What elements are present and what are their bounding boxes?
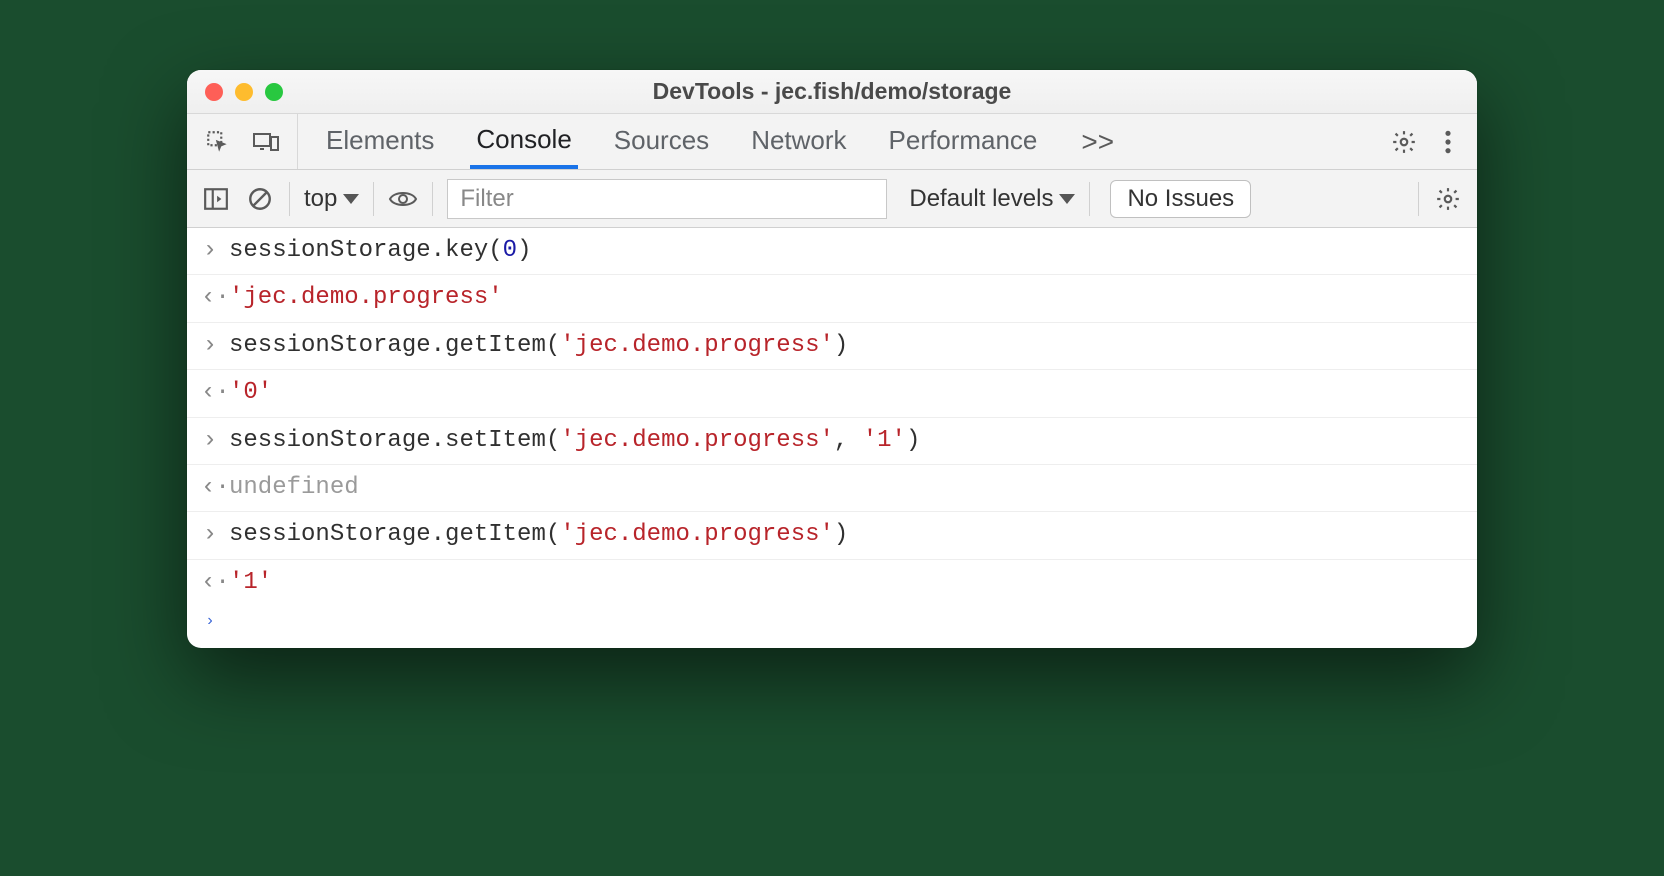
tab-performance[interactable]: Performance bbox=[883, 114, 1044, 169]
tab-list: Elements Console Sources Network Perform… bbox=[298, 114, 1375, 169]
console-output-line: ‹· 'jec.demo.progress' bbox=[187, 275, 1477, 322]
console-text: undefined bbox=[229, 469, 359, 507]
console-sidebar-toggle-icon[interactable] bbox=[201, 184, 231, 214]
console-text: 'jec.demo.progress' bbox=[229, 279, 503, 317]
tabs-right-tools bbox=[1375, 114, 1477, 169]
input-marker-icon: › bbox=[201, 232, 219, 270]
console-output-line: ‹· undefined bbox=[187, 465, 1477, 512]
console-input-row[interactable]: › bbox=[187, 606, 1477, 648]
tab-network[interactable]: Network bbox=[745, 114, 852, 169]
devtools-tabs: Elements Console Sources Network Perform… bbox=[187, 114, 1477, 170]
input-marker-icon: › bbox=[201, 516, 219, 554]
separator bbox=[1418, 182, 1419, 216]
chevron-down-icon bbox=[1059, 194, 1075, 204]
tab-elements[interactable]: Elements bbox=[320, 114, 440, 169]
window-title: DevTools - jec.fish/demo/storage bbox=[653, 78, 1012, 105]
separator bbox=[1089, 182, 1090, 216]
console-settings-gear-icon[interactable] bbox=[1433, 184, 1463, 214]
console-text: sessionStorage.key(0) bbox=[229, 232, 531, 270]
console-text: sessionStorage.getItem('jec.demo.progres… bbox=[229, 327, 848, 365]
output-marker-icon: ‹· bbox=[201, 279, 219, 317]
minimize-button[interactable] bbox=[235, 83, 253, 101]
separator bbox=[432, 182, 433, 216]
inspect-element-icon[interactable] bbox=[203, 127, 233, 157]
kebab-menu-icon[interactable] bbox=[1433, 127, 1463, 157]
console-text: '1' bbox=[229, 564, 272, 602]
console-text: '0' bbox=[229, 374, 272, 412]
live-expression-eye-icon[interactable] bbox=[388, 184, 418, 214]
console-input-line: › sessionStorage.getItem('jec.demo.progre… bbox=[187, 323, 1477, 370]
prompt-icon: › bbox=[201, 612, 219, 630]
output-marker-icon: ‹· bbox=[201, 374, 219, 412]
devtools-window: DevTools - jec.fish/demo/storage Element… bbox=[187, 70, 1477, 648]
console-output-line: ‹· '1' bbox=[187, 560, 1477, 606]
console-text: sessionStorage.setItem('jec.demo.progres… bbox=[229, 422, 920, 460]
console-input-line: › sessionStorage.getItem('jec.demo.progre… bbox=[187, 512, 1477, 559]
console-text: sessionStorage.getItem('jec.demo.progres… bbox=[229, 516, 848, 554]
log-level-selector[interactable]: Default levels bbox=[909, 185, 1075, 213]
tabs-overflow-button[interactable]: >> bbox=[1073, 114, 1122, 169]
device-toolbar-icon[interactable] bbox=[251, 127, 281, 157]
console-input-line: › sessionStorage.key(0) bbox=[187, 228, 1477, 275]
scope-label: top bbox=[304, 185, 337, 213]
levels-label: Default levels bbox=[909, 185, 1053, 213]
separator bbox=[373, 182, 374, 216]
separator bbox=[289, 182, 290, 216]
tab-sources[interactable]: Sources bbox=[608, 114, 715, 169]
settings-gear-icon[interactable] bbox=[1389, 127, 1419, 157]
clear-console-icon[interactable] bbox=[245, 184, 275, 214]
output-marker-icon: ‹· bbox=[201, 469, 219, 507]
console-toolbar: top Default levels No Issues bbox=[187, 170, 1477, 228]
input-marker-icon: › bbox=[201, 422, 219, 460]
filter-input[interactable] bbox=[447, 179, 887, 219]
input-marker-icon: › bbox=[201, 327, 219, 365]
tab-console[interactable]: Console bbox=[470, 114, 577, 169]
console-input-line: › sessionStorage.setItem('jec.demo.progre… bbox=[187, 418, 1477, 465]
chevron-down-icon bbox=[343, 194, 359, 204]
tabs-left-tools bbox=[187, 114, 298, 169]
issues-button[interactable]: No Issues bbox=[1110, 180, 1251, 218]
window-titlebar: DevTools - jec.fish/demo/storage bbox=[187, 70, 1477, 114]
maximize-button[interactable] bbox=[265, 83, 283, 101]
traffic-lights bbox=[205, 70, 283, 114]
console-output-line: ‹· '0' bbox=[187, 370, 1477, 417]
output-marker-icon: ‹· bbox=[201, 564, 219, 602]
console-output: › sessionStorage.key(0) ‹· 'jec.demo.progre… bbox=[187, 228, 1477, 606]
execution-context-selector[interactable]: top bbox=[304, 185, 359, 213]
close-button[interactable] bbox=[205, 83, 223, 101]
